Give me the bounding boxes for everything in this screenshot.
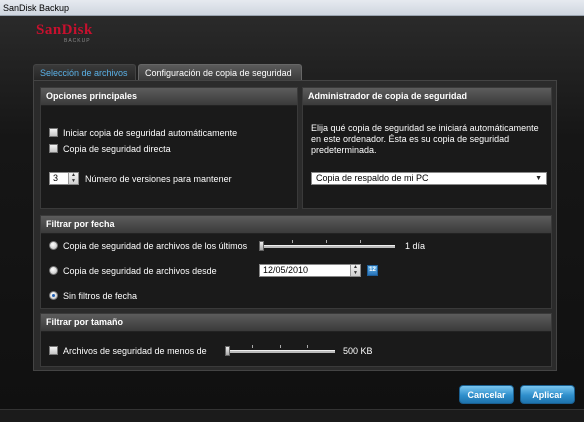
footer-bar xyxy=(0,409,584,422)
days-value: 1 día xyxy=(405,241,426,251)
size-label: Archivos de seguridad de menos de xyxy=(63,346,207,356)
date-last-label: Copia de seguridad de archivos de los úl… xyxy=(63,241,248,251)
stepper-arrows-icon[interactable]: ▲ ▼ xyxy=(68,172,78,184)
logo-brand: SanDisk xyxy=(36,22,93,38)
calendar-icon[interactable]: 12 xyxy=(367,265,378,276)
backup-select-value: Copia de respaldo de mi PC xyxy=(316,173,429,183)
size-slider[interactable] xyxy=(225,345,335,357)
versions-value: 3 xyxy=(53,173,59,183)
date-none-row[interactable]: Sin filtros de fecha xyxy=(49,291,137,301)
size-checkbox[interactable] xyxy=(49,346,58,355)
date-since-radio[interactable] xyxy=(49,266,58,275)
tab-backup-settings[interactable]: Configuración de copia de seguridad xyxy=(138,64,302,80)
main-options-title: Opciones principales xyxy=(41,88,297,106)
logo-subtitle: BACKUP xyxy=(64,38,91,44)
tab-file-selection[interactable]: Selección de archivos xyxy=(33,64,136,80)
backup-manager-description: Elija qué copia de seguridad se iniciará… xyxy=(311,123,539,155)
date-last-radio[interactable] xyxy=(49,241,58,250)
direct-backup-label: Copia de seguridad directa xyxy=(63,144,171,154)
date-filter-title: Filtrar por fecha xyxy=(41,216,551,234)
date-field-value: 12/05/2010 xyxy=(263,265,309,275)
chevron-down-icon[interactable]: ▼ xyxy=(535,173,542,184)
size-value: 500 KB xyxy=(343,346,373,356)
date-last-row[interactable]: Copia de seguridad de archivos de los úl… xyxy=(49,241,247,251)
date-since-row[interactable]: Copia de seguridad de archivos desde xyxy=(49,266,217,276)
size-filter-panel: Filtrar por tamaño Archivos de seguridad… xyxy=(40,313,552,367)
settings-panel: Opciones principales Iniciar copia de se… xyxy=(33,80,557,371)
cancel-button[interactable]: Cancelar xyxy=(459,385,514,404)
date-field[interactable]: 12/05/2010 ▲ ▼ xyxy=(259,264,361,277)
size-row[interactable]: Archivos de seguridad de menos de xyxy=(49,346,207,356)
direct-backup-checkbox[interactable] xyxy=(49,144,58,153)
date-none-label: Sin filtros de fecha xyxy=(63,291,138,301)
auto-backup-row[interactable]: Iniciar copia de seguridad automáticamen… xyxy=(49,128,237,138)
auto-backup-label: Iniciar copia de seguridad automáticamen… xyxy=(63,128,238,138)
date-filter-panel: Filtrar por fecha Copia de seguridad de … xyxy=(40,215,552,309)
main-options-panel: Opciones principales Iniciar copia de se… xyxy=(40,87,298,209)
sandisk-logo: SanDisk BACKUP xyxy=(36,22,93,44)
size-filter-title: Filtrar por tamaño xyxy=(41,314,551,332)
backup-select[interactable]: Copia de respaldo de mi PC ▼ xyxy=(311,172,547,185)
date-stepper-icon[interactable]: ▲ ▼ xyxy=(350,264,360,276)
days-slider-thumb[interactable] xyxy=(259,241,264,251)
window-title: SanDisk Backup xyxy=(0,0,584,16)
direct-backup-row[interactable]: Copia de seguridad directa xyxy=(49,144,171,154)
versions-stepper[interactable]: 3 ▲ ▼ xyxy=(49,172,79,185)
days-slider[interactable] xyxy=(259,240,395,252)
apply-button[interactable]: Aplicar xyxy=(520,385,575,404)
date-none-radio[interactable] xyxy=(49,291,58,300)
auto-backup-checkbox[interactable] xyxy=(49,128,58,137)
versions-label: Número de versiones para mantener xyxy=(85,174,232,184)
size-slider-thumb[interactable] xyxy=(225,346,230,356)
backup-manager-panel: Administrador de copia de seguridad Elij… xyxy=(302,87,552,209)
backup-manager-title: Administrador de copia de seguridad xyxy=(303,88,551,106)
date-since-label: Copia de seguridad de archivos desde xyxy=(63,266,217,276)
